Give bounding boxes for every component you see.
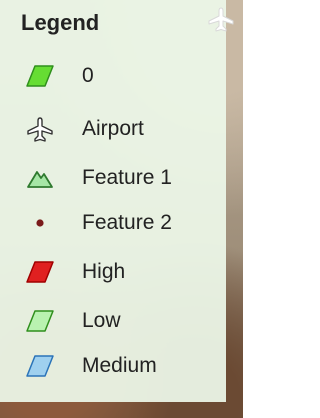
airport-icon[interactable] (207, 6, 235, 34)
legend-item-0: 0 (0, 58, 226, 94)
mountain-icon (27, 171, 53, 188)
legend-label: Low (82, 309, 121, 332)
legend-item-medium: Medium (0, 348, 226, 384)
legend-item-feature-2: Feature 2 (0, 205, 226, 241)
green-polygon-icon (26, 65, 54, 87)
red-polygon-icon (26, 261, 54, 283)
legend-label: Medium (82, 354, 157, 377)
legend-title: Legend (21, 10, 100, 35)
dot-icon (36, 219, 44, 227)
light-blue-polygon-icon (26, 355, 54, 377)
legend-label: High (82, 260, 126, 283)
legend-label: 0 (82, 64, 94, 87)
legend-item-high: High (0, 254, 226, 290)
legend-label: Airport (82, 117, 144, 140)
legend-item-low: Low (0, 303, 226, 339)
legend-label: Feature 2 (82, 211, 172, 234)
airport-icon (27, 117, 53, 142)
legend-label: Feature 1 (82, 166, 172, 189)
light-green-polygon-icon (26, 310, 54, 332)
legend-panel: Legend 0 Airport Feature 1 Feature 2 Hig… (0, 0, 226, 402)
legend-item-airport: Airport (0, 111, 226, 147)
legend-item-feature-1: Feature 1 (0, 160, 226, 196)
